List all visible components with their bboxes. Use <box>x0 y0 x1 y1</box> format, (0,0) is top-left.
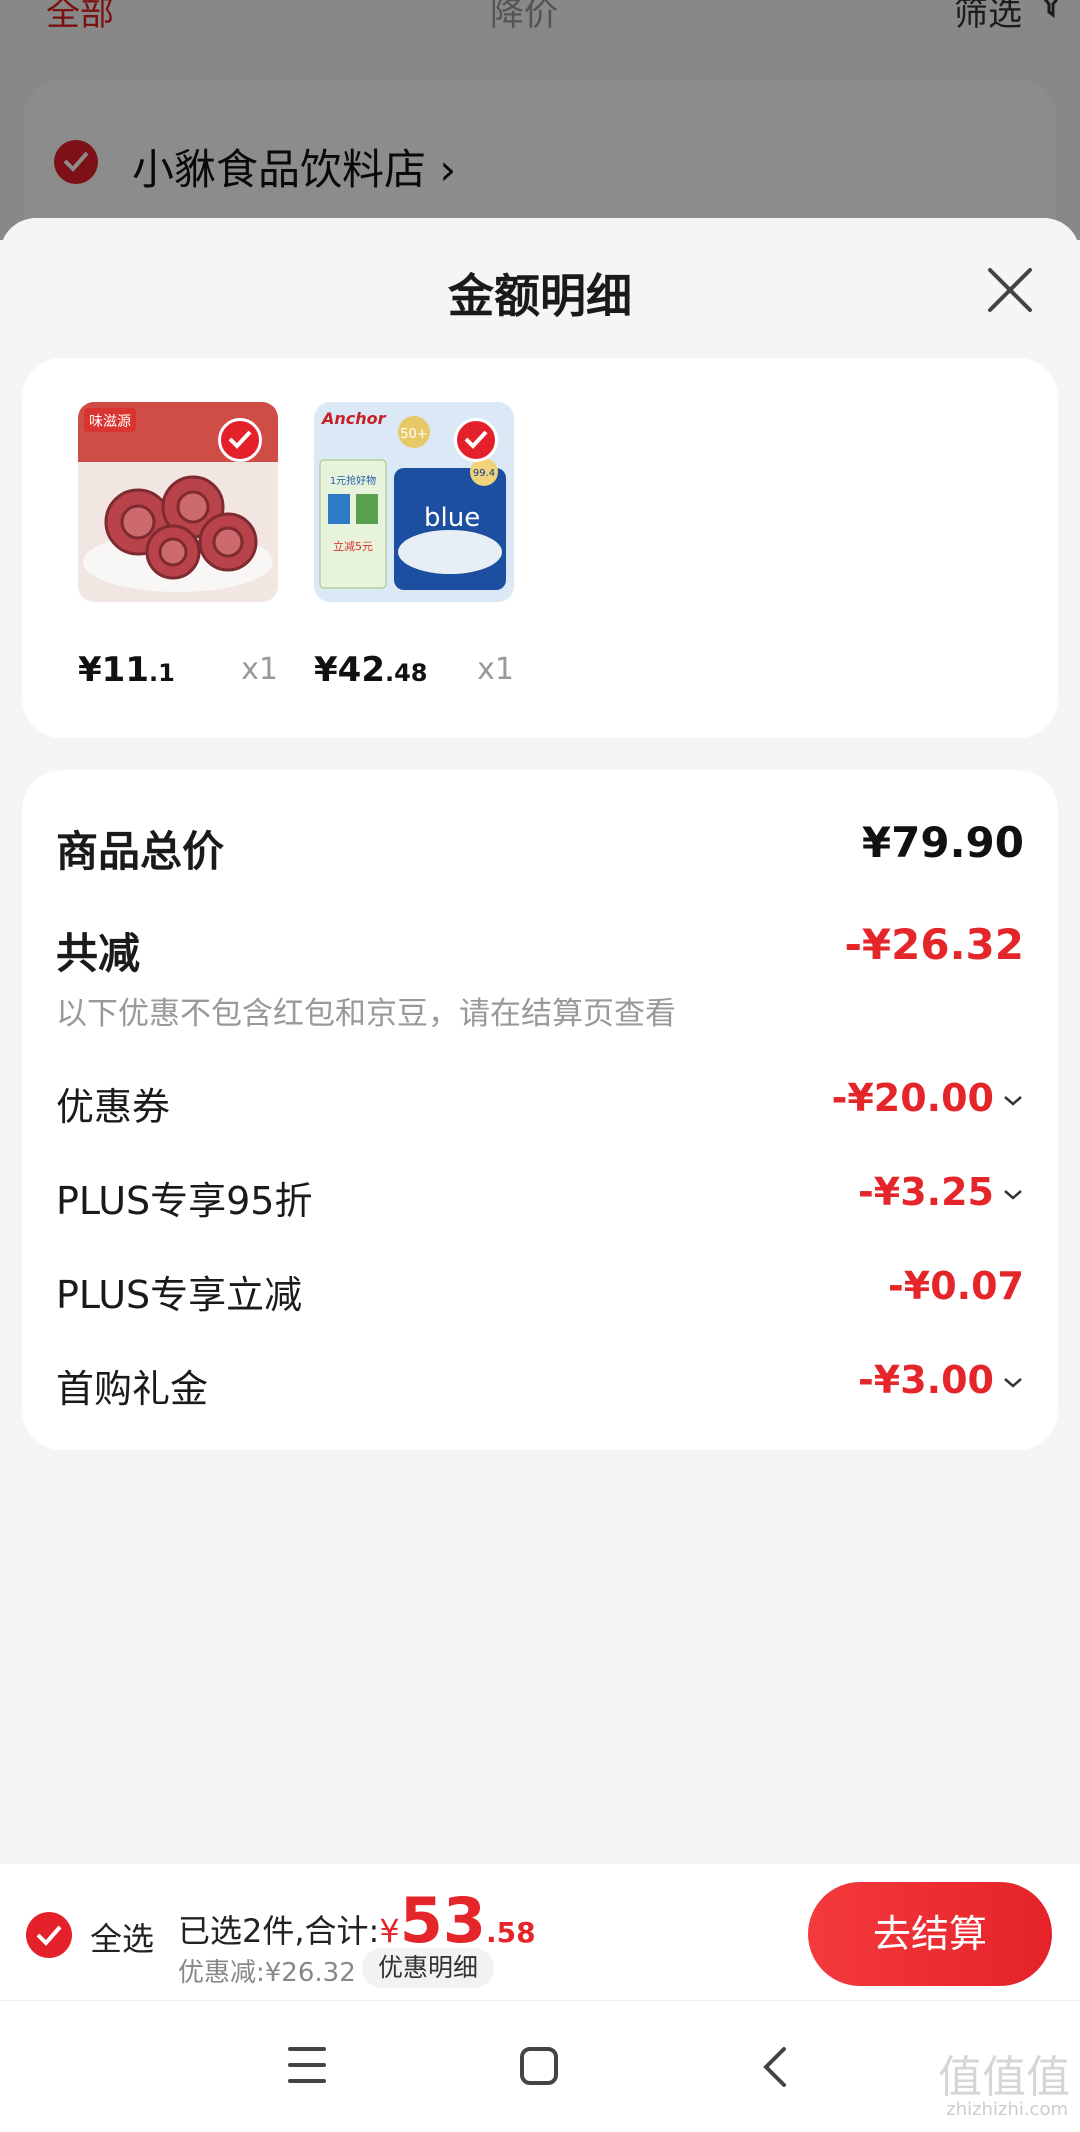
discount-detail-button[interactable]: 优惠明细 <box>362 1948 495 1988</box>
product-qty: x1 <box>477 652 514 687</box>
modal-overlay[interactable] <box>0 0 1080 240</box>
product-qty: x1 <box>241 652 278 687</box>
products-card: 味滋源 ¥11.1 x1 Anchor 50+ 1元抢好物 立减5元 blue … <box>22 358 1058 738</box>
sheet-title: 金额明细 <box>448 269 632 323</box>
product-price: ¥42.48 <box>314 650 428 690</box>
price-detail-card: 商品总价 ¥79.90 共减 -¥26.32 以下优惠不包含红包和京豆，请在结算… <box>22 770 1058 1450</box>
svg-text:味滋源: 味滋源 <box>89 414 131 430</box>
select-all-label[interactable]: 全选 <box>90 1914 154 1960</box>
select-all-check-icon[interactable] <box>26 1912 72 1958</box>
product-check-icon[interactable] <box>454 418 498 462</box>
amount-detail-sheet: 金额明细 味滋源 ¥11.1 x1 Anchor 50+ 1元抢好物 立减5元 … <box>0 218 1080 2132</box>
chevron-down-icon[interactable] <box>1002 1094 1024 1108</box>
product-price: ¥11.1 <box>78 650 175 690</box>
discount-summary: 优惠减:¥26.32 <box>178 1958 356 1988</box>
product-image[interactable]: Anchor 50+ 1元抢好物 立减5元 blue 99.4 <box>314 402 514 602</box>
home-icon[interactable] <box>520 2047 558 2085</box>
product-check-icon[interactable] <box>218 418 262 462</box>
discount-item-value: -¥0.07 <box>888 1264 1024 1308</box>
discount-item-value[interactable]: -¥3.25 <box>858 1170 1024 1214</box>
discount-item-label: PLUS专享95折 <box>56 1179 313 1223</box>
back-icon[interactable] <box>756 2045 796 2089</box>
total-reduce-value: -¥26.32 <box>844 920 1024 969</box>
chevron-down-icon[interactable] <box>1002 1188 1024 1202</box>
discount-note: 以下优惠不包含红包和京豆，请在结算页查看 <box>56 996 676 1032</box>
svg-text:立减5元: 立减5元 <box>333 539 373 553</box>
product-image[interactable]: 味滋源 <box>78 402 278 602</box>
checkout-button[interactable]: 去结算 <box>808 1882 1052 1986</box>
watermark: 值值值 <box>938 2052 1070 2103</box>
watermark-url: zhizhizhi.com <box>946 2099 1068 2120</box>
svg-text:1元抢好物: 1元抢好物 <box>330 474 376 487</box>
svg-text:50+: 50+ <box>400 427 427 442</box>
svg-text:Anchor: Anchor <box>320 409 387 428</box>
selected-summary: 已选2件,合计:¥53.58 <box>178 1884 536 1957</box>
goods-total-label: 商品总价 <box>56 827 225 876</box>
discount-item-value[interactable]: -¥20.00 <box>832 1076 1024 1120</box>
system-nav-bar: 值值值 zhizhizhi.com <box>0 2000 1080 2132</box>
svg-text:blue: blue <box>424 503 480 533</box>
chevron-down-icon[interactable] <box>1002 1376 1024 1390</box>
close-icon[interactable] <box>982 262 1038 318</box>
total-amount: 53 <box>399 1884 486 1957</box>
checkout-bar: 全选 已选2件,合计:¥53.58 优惠减:¥26.32 优惠明细 去结算 <box>0 1864 1080 2000</box>
svg-text:99.4: 99.4 <box>473 468 495 479</box>
discount-item-value[interactable]: -¥3.00 <box>858 1358 1024 1402</box>
discount-item-label: 优惠券 <box>56 1085 171 1129</box>
menu-icon[interactable] <box>288 2047 326 2083</box>
background-page: 全部 降价 筛选 小貅食品饮料店 › <box>0 0 1080 280</box>
total-reduce-label: 共减 <box>56 929 141 978</box>
discount-item-label: PLUS专享立减 <box>56 1273 303 1317</box>
discount-item-label: 首购礼金 <box>56 1367 209 1411</box>
goods-total-value: ¥79.90 <box>861 818 1024 867</box>
